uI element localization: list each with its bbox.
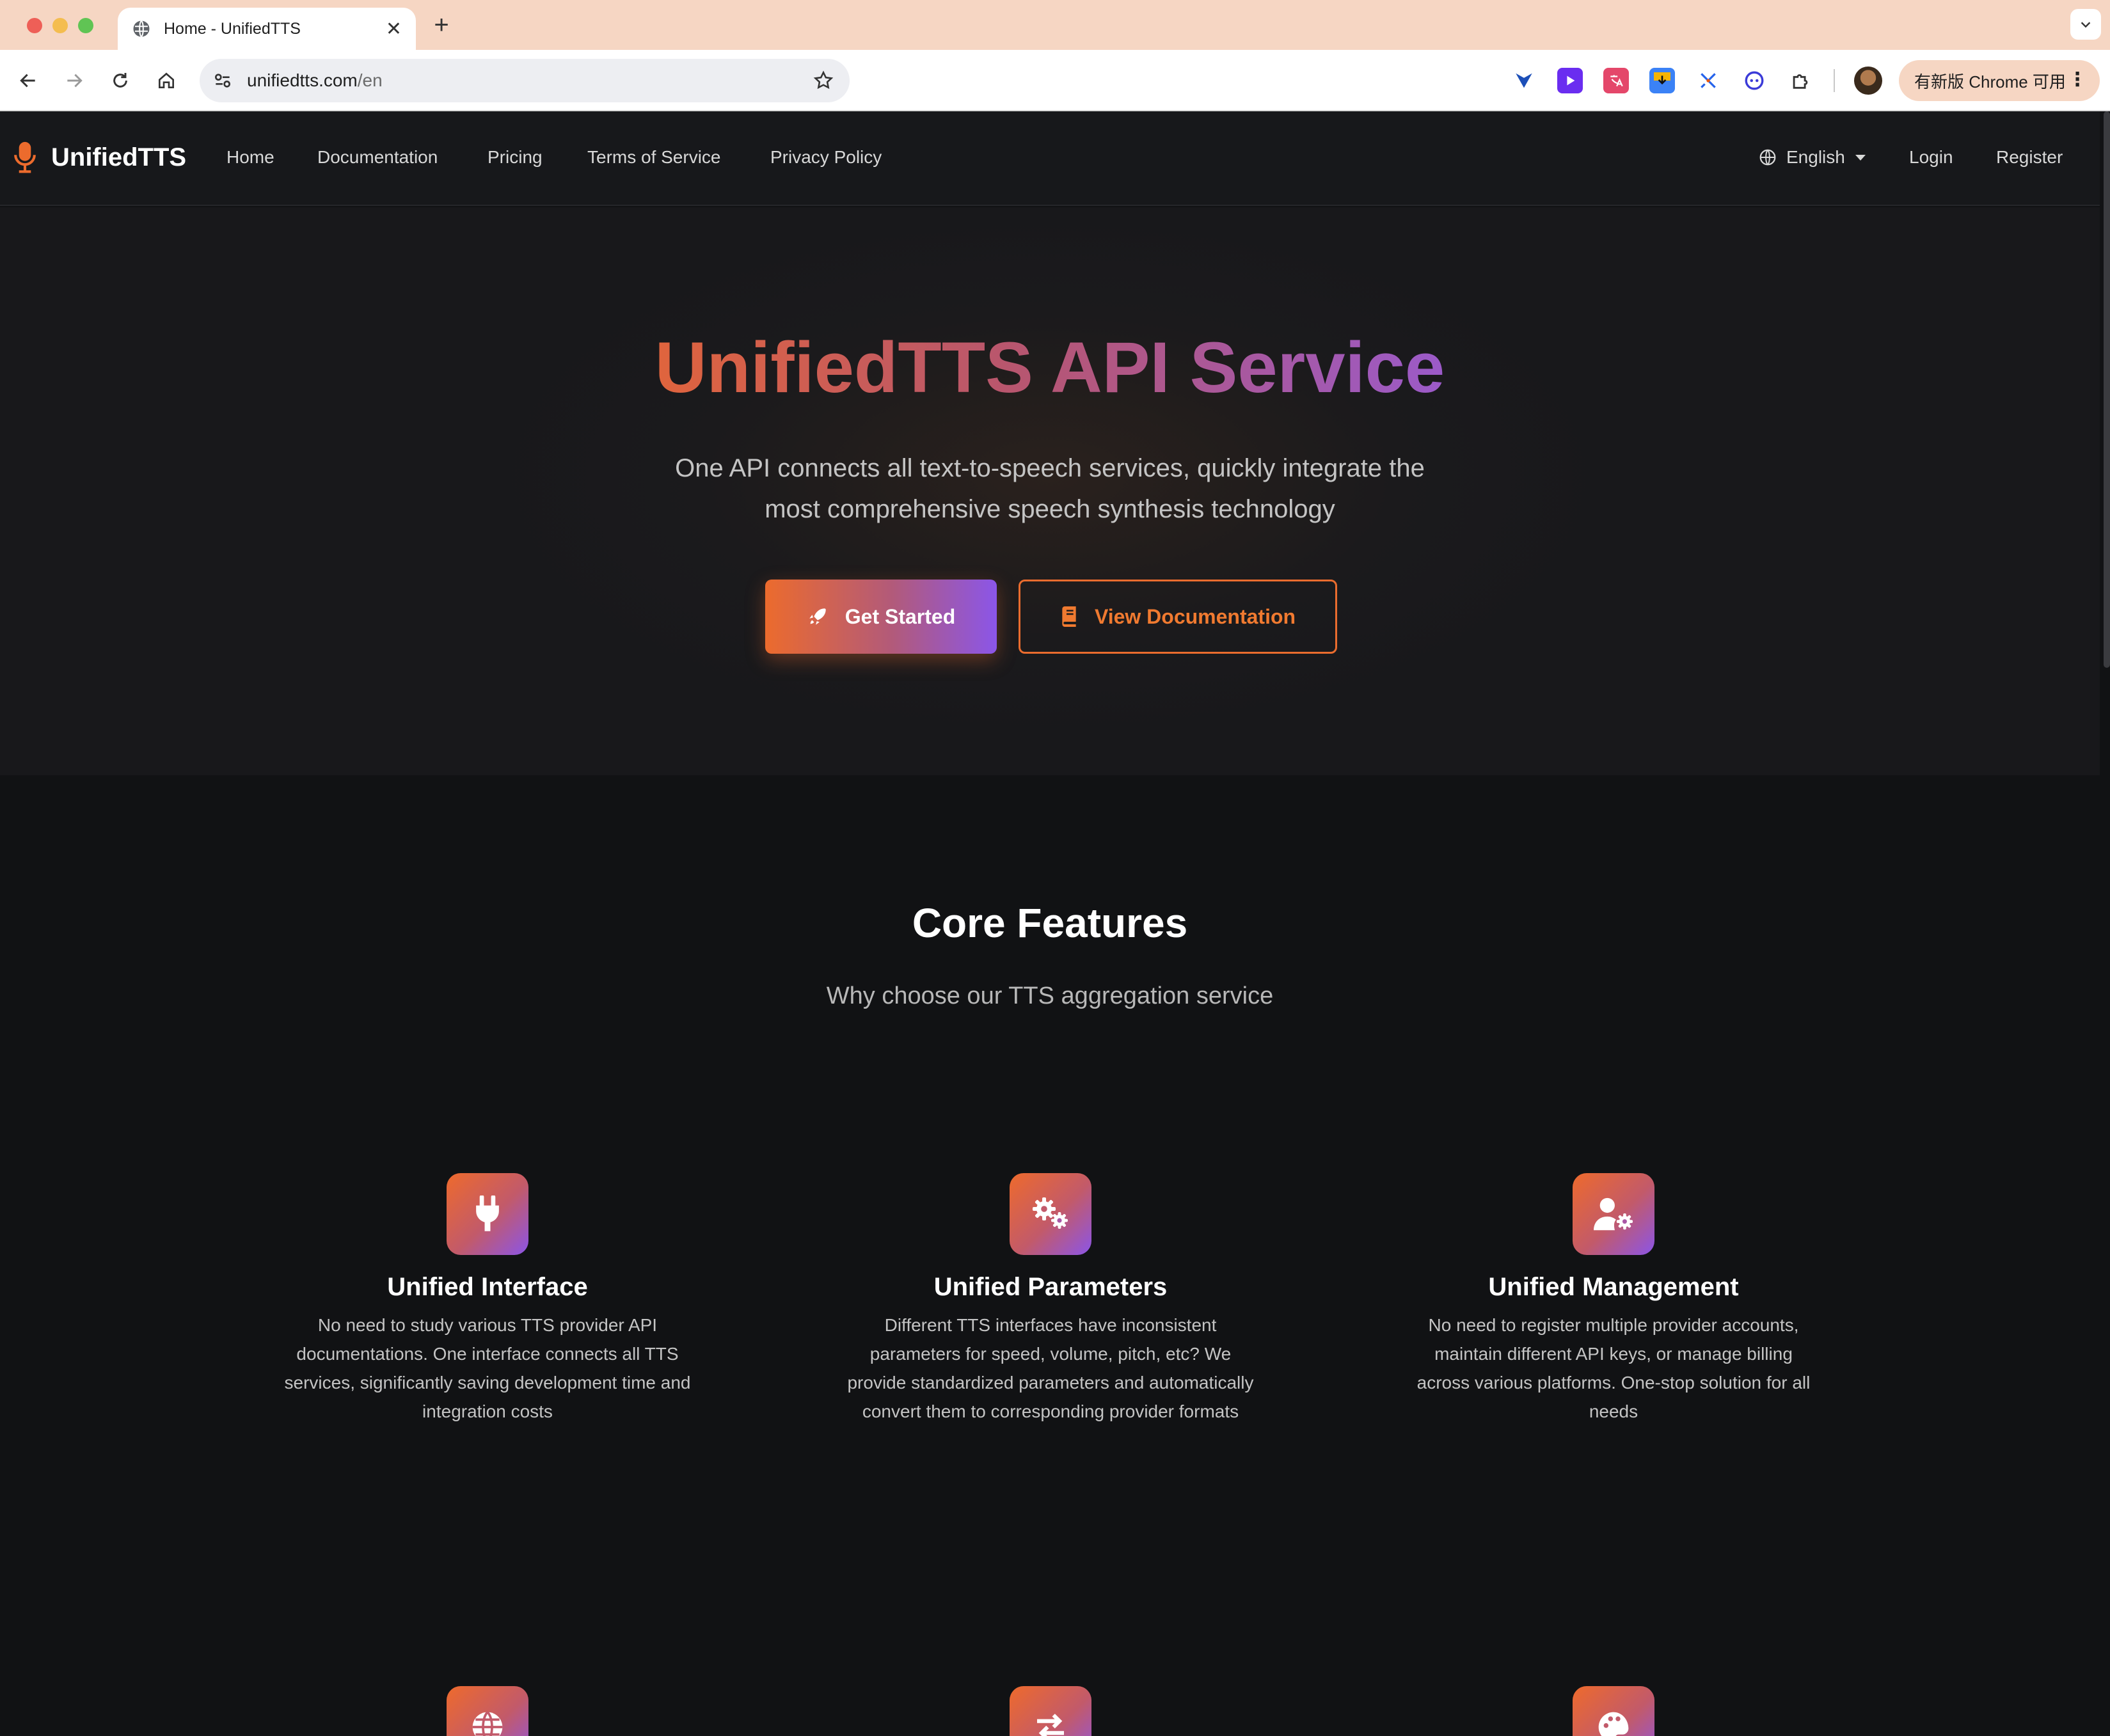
bookmark-star-icon[interactable] <box>813 70 834 91</box>
maximize-window-button[interactable] <box>78 18 93 33</box>
nav-pricing[interactable]: Pricing <box>488 147 543 168</box>
chevron-down-icon <box>2081 22 2091 28</box>
toolbar-divider <box>1834 69 1835 92</box>
url-host: unifiedtts.com <box>247 70 358 90</box>
features-title: Core Features <box>912 900 1188 946</box>
profile-avatar[interactable] <box>1854 67 1882 95</box>
extension-video-icon[interactable] <box>1557 68 1583 93</box>
plug-icon <box>447 1173 528 1255</box>
home-button[interactable] <box>151 65 182 96</box>
feature-title: Unified Parameters <box>933 1273 1168 1301</box>
rocket-icon <box>807 606 829 627</box>
address-bar[interactable]: unifiedtts.com/en <box>200 59 850 102</box>
caret-down-icon <box>1855 154 1866 161</box>
login-link[interactable]: Login <box>1909 147 1953 168</box>
get-started-label: Get Started <box>845 604 956 628</box>
site-settings-icon[interactable] <box>212 70 233 91</box>
palette-icon <box>1573 1686 1654 1736</box>
nav-terms-of-service[interactable]: Terms of Service <box>587 147 721 168</box>
reload-button[interactable] <box>105 65 136 96</box>
update-label: 有新版 Chrome 可用 <box>1914 72 2066 91</box>
close-tab-icon[interactable]: ✕ <box>386 18 402 40</box>
extension-download-icon[interactable] <box>1649 68 1675 93</box>
brand-name: UnifiedTTS <box>51 143 187 171</box>
site-navbar: UnifiedTTS Home Documentation Pricing Te… <box>0 111 2100 206</box>
hero-title-text: UnifiedTTS API Service <box>654 327 1445 407</box>
arrow-right-icon <box>67 74 83 88</box>
globe-favicon-icon <box>133 20 150 38</box>
globe-icon <box>1759 149 1776 166</box>
book-icon <box>1060 606 1078 627</box>
more-menu-icon[interactable]: ⋮ <box>2068 69 2087 91</box>
browser-toolbar: unifiedtts.com/en 有新版 Chrome 可用 ⋮ <box>0 50 2110 111</box>
feature-card-unified-management: Unified Management No need to register m… <box>1409 1173 1818 1426</box>
extensions-puzzle-icon[interactable] <box>1788 68 1813 93</box>
chrome-update-button[interactable]: 有新版 Chrome 可用 ⋮ <box>1899 60 2100 101</box>
minimize-window-button[interactable] <box>52 18 68 33</box>
feature-description: Different TTS interfaces have inconsiste… <box>847 1315 1254 1421</box>
nav-documentation[interactable]: Documentation <box>317 147 438 168</box>
new-tab-button[interactable]: + <box>429 10 454 40</box>
extension-translate-icon[interactable] <box>1603 68 1629 93</box>
home-icon <box>159 72 174 88</box>
nav-privacy-policy[interactable]: Privacy Policy <box>770 147 882 168</box>
arrow-left-icon <box>20 74 35 88</box>
feature-title: Unified Management <box>1488 1273 1739 1301</box>
url-path: /en <box>357 70 383 90</box>
page-scrollbar[interactable] <box>2104 111 2110 668</box>
hero-section: UnifiedTTS API Service One API connects … <box>0 207 2100 775</box>
feature-card-unified-interface: Unified Interface No need to study vario… <box>283 1173 692 1426</box>
user-gear-icon <box>1573 1173 1654 1255</box>
feature-title: Unified Interface <box>387 1273 588 1301</box>
language-dropdown[interactable]: English <box>1758 147 1866 168</box>
tab-title: Home - UnifiedTTS <box>164 19 301 38</box>
close-window-button[interactable] <box>27 18 42 33</box>
back-button[interactable] <box>13 65 44 96</box>
view-documentation-button[interactable]: View Documentation <box>1019 580 1337 654</box>
browser-tab-bar: Home - UnifiedTTS ✕ + <box>0 0 2110 50</box>
register-link[interactable]: Register <box>1996 147 2063 168</box>
gears-icon <box>1010 1173 1091 1255</box>
brand-logo-link[interactable]: UnifiedTTS <box>14 141 186 174</box>
feature-description: No need to study various TTS provider AP… <box>284 1315 691 1421</box>
exchange-icon <box>1010 1686 1091 1736</box>
get-started-button[interactable]: Get Started <box>765 580 997 654</box>
extension-vpn-icon[interactable] <box>1511 68 1537 93</box>
features-subtitle: Why choose our TTS aggregation service <box>826 982 1274 1009</box>
reload-icon <box>113 73 127 88</box>
extension-compass-icon[interactable] <box>1695 68 1721 93</box>
view-documentation-label: View Documentation <box>1094 604 1296 628</box>
url-text: unifiedtts.com/en <box>247 70 383 91</box>
extension-bot-icon[interactable] <box>1741 68 1767 93</box>
browser-tab-active[interactable]: Home - UnifiedTTS ✕ <box>118 8 416 50</box>
nav-home[interactable]: Home <box>226 147 274 168</box>
webpage: UnifiedTTS Home Documentation Pricing Te… <box>0 111 2110 1736</box>
microphone-icon <box>14 141 36 173</box>
tab-search-button[interactable] <box>2070 9 2101 40</box>
language-label: English <box>1786 147 1845 167</box>
globe-feature-icon <box>447 1686 528 1736</box>
feature-card-unified-parameters: Unified Parameters Different TTS interfa… <box>846 1173 1255 1426</box>
feature-description: No need to register multiple provider ac… <box>1416 1315 1811 1421</box>
forward-button[interactable] <box>59 65 90 96</box>
hero-title: UnifiedTTS API Service <box>0 326 2100 409</box>
hero-subtitle: One API connects all text-to-speech serv… <box>675 454 1425 523</box>
